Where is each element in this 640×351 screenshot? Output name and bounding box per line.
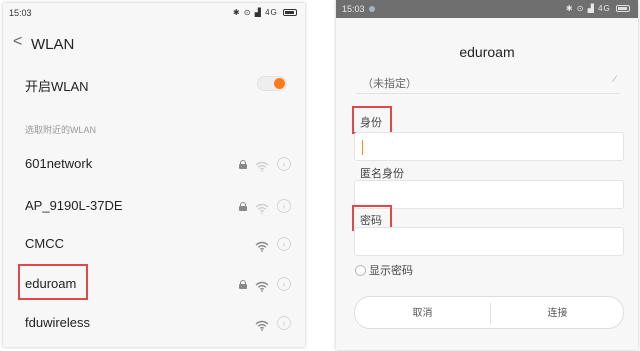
network-meta: ›	[255, 315, 291, 331]
network-row[interactable]: 601network ›	[3, 147, 305, 181]
signal-icon: ▟	[254, 8, 262, 17]
password-field[interactable]	[354, 227, 624, 256]
certificate-select[interactable]: （未指定） /	[356, 72, 620, 94]
text-caret	[362, 140, 363, 155]
wlan-header: < WLAN	[3, 29, 305, 59]
details-chevron-icon[interactable]: ›	[277, 157, 291, 171]
back-icon[interactable]: <	[13, 33, 22, 51]
status-icons: ✱ ⊙ ▟ 4G	[566, 4, 630, 13]
anonymous-identity-field[interactable]	[354, 180, 624, 209]
lock-icon	[239, 279, 247, 289]
wifi-signal-icon	[255, 201, 269, 214]
wlan-toggle-switch[interactable]	[257, 76, 287, 91]
cancel-button[interactable]: 取消	[355, 297, 490, 330]
details-chevron-icon[interactable]: ›	[277, 277, 291, 291]
alarm-icon: ⊙	[576, 4, 585, 13]
status-bar: 15:03 ✱ ⊙ ▟ 4G	[3, 3, 305, 23]
network-name: CMCC	[25, 236, 64, 251]
details-chevron-icon[interactable]: ›	[277, 316, 291, 330]
wlan-list-screen: 15:03 ✱ ⊙ ▟ 4G < WLAN 开启WLAN 选取附近的WLAN 6…	[3, 3, 305, 347]
show-password-label: 显示密码	[369, 265, 413, 277]
anonymous-identity-label: 匿名身份	[360, 168, 404, 180]
network-type: 4G	[598, 4, 611, 13]
wlan-toggle-label: 开启WLAN	[25, 79, 89, 94]
show-password-checkbox[interactable]	[355, 264, 366, 276]
page-title: WLAN	[31, 36, 75, 53]
identity-highlight-box	[352, 106, 392, 134]
wifi-signal-icon	[255, 239, 269, 252]
eduroam-config-screen: 15:03 ✱ ⊙ ▟ 4G eduroam （未指定） / 身份 匿名身份 密…	[336, 0, 638, 350]
battery-icon	[283, 9, 297, 17]
wlan-toggle-row[interactable]: 开启WLAN	[3, 67, 305, 99]
alarm-icon: ⊙	[243, 8, 252, 17]
network-meta: ›	[239, 198, 291, 214]
network-meta: ›	[255, 236, 291, 252]
details-chevron-icon[interactable]: ›	[277, 199, 291, 213]
notification-dot-icon	[368, 6, 375, 12]
nearby-networks-label: 选取附近的WLAN	[25, 125, 97, 135]
battery-icon	[616, 5, 630, 13]
network-type: 4G	[265, 8, 278, 17]
bluetooth-icon: ✱	[232, 8, 241, 17]
network-row[interactable]: fduwireless ›	[3, 306, 305, 340]
lock-icon	[239, 201, 247, 211]
status-time: 15:03	[9, 8, 32, 18]
wifi-signal-icon	[255, 318, 269, 331]
eduroam-highlight-box	[18, 264, 88, 300]
lock-icon	[239, 159, 247, 169]
screenshot-composite: 15:03 ✱ ⊙ ▟ 4G < WLAN 开启WLAN 选取附近的WLAN 6…	[0, 0, 640, 351]
toggle-knob	[274, 78, 285, 89]
network-row[interactable]: CMCC ›	[3, 227, 305, 261]
network-name: AP_9190L-37DE	[25, 198, 123, 213]
status-time: 15:03	[342, 4, 375, 14]
status-icons: ✱ ⊙ ▟ 4G	[233, 8, 297, 17]
wifi-signal-icon	[255, 159, 269, 172]
show-password-option[interactable]: 显示密码	[355, 262, 413, 278]
status-bar: 15:03 ✱ ⊙ ▟ 4G	[336, 0, 638, 18]
network-row[interactable]: AP_9190L-37DE ›	[3, 189, 305, 223]
network-meta: ›	[239, 156, 291, 172]
network-meta: ›	[239, 276, 291, 292]
network-name: 601network	[25, 156, 93, 171]
certificate-value: （未指定）	[362, 78, 417, 90]
details-chevron-icon[interactable]: ›	[277, 237, 291, 251]
signal-icon: ▟	[587, 4, 595, 13]
connect-button[interactable]: 连接	[490, 297, 625, 330]
wifi-signal-icon	[255, 279, 269, 292]
dropdown-arrow-icon: /	[611, 73, 618, 86]
network-name: fduwireless	[25, 315, 91, 330]
dialog-title: eduroam	[459, 44, 515, 60]
identity-field[interactable]	[354, 132, 624, 161]
dialog-buttons: 取消 连接	[354, 296, 624, 329]
bluetooth-icon: ✱	[565, 4, 574, 13]
